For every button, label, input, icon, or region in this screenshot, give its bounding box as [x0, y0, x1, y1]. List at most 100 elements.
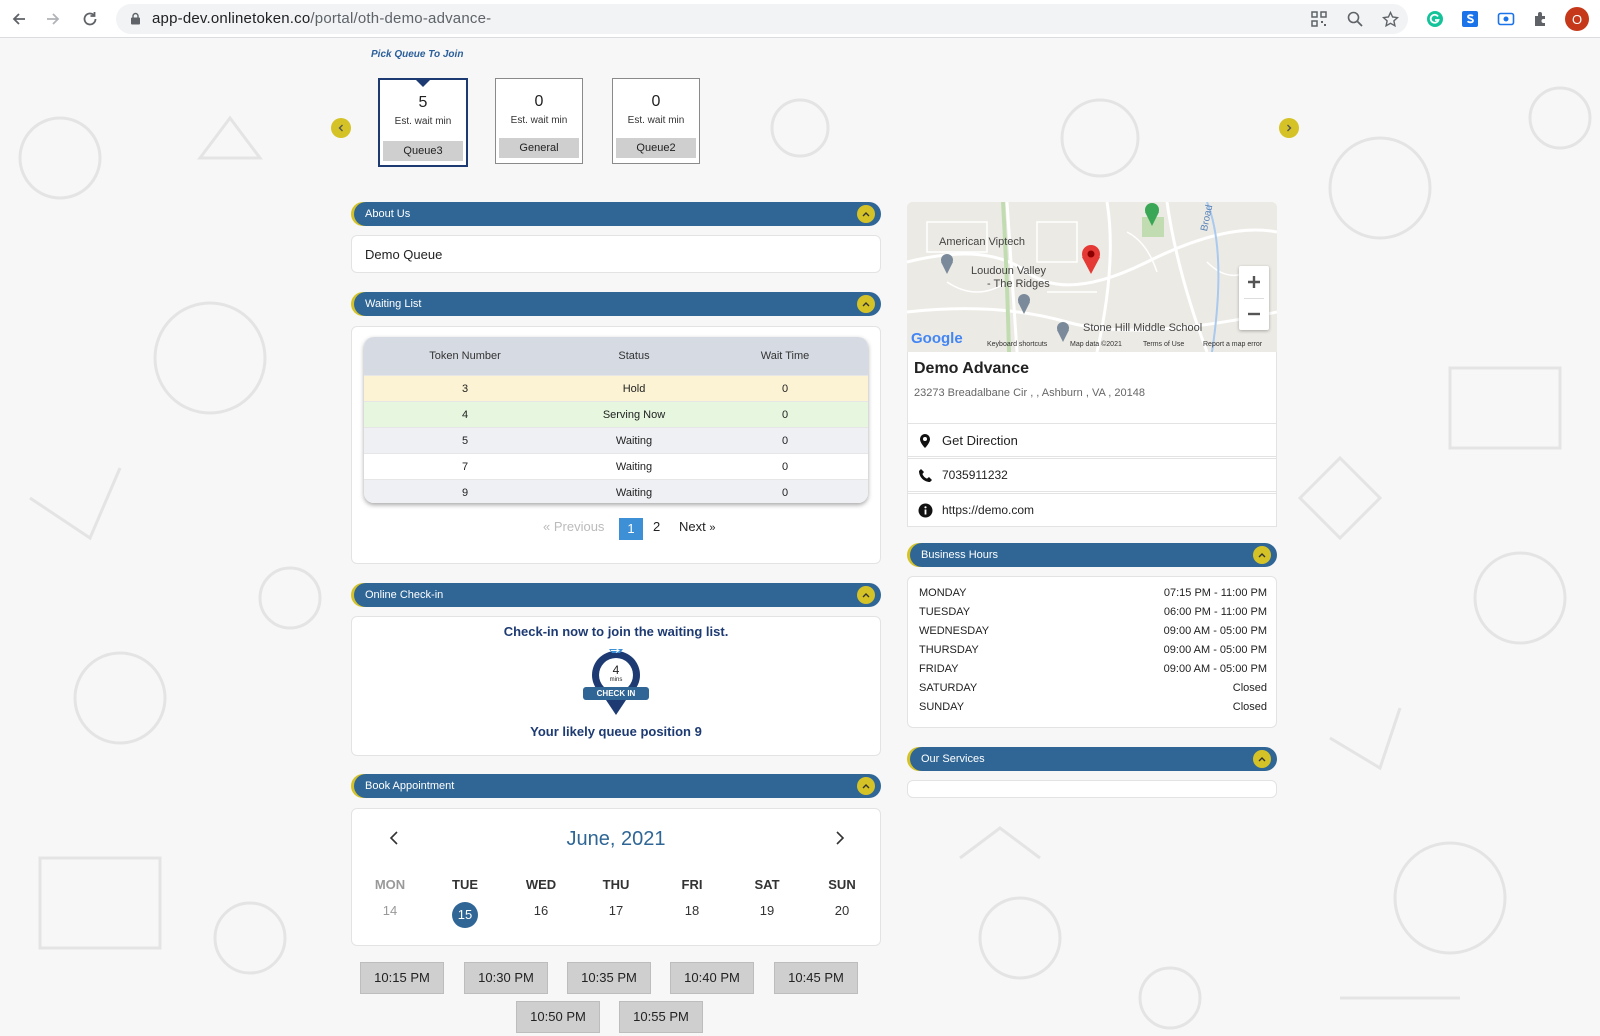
map-terms-link[interactable]: Terms of Use — [1143, 341, 1184, 348]
grammarly-icon[interactable] — [1423, 7, 1447, 31]
status-cell: Waiting — [615, 486, 653, 499]
map-report-link[interactable]: Report a map error — [1203, 341, 1262, 348]
time-slot[interactable]: 10:55 PM — [619, 1001, 703, 1033]
weekday-label: MON — [374, 877, 406, 892]
extension-s-icon[interactable] — [1458, 7, 1482, 31]
checkin-badge-number: 4 — [612, 663, 620, 677]
pagination-next[interactable]: Next » — [679, 519, 715, 534]
status-cell: Waiting — [615, 434, 653, 447]
collapse-icon[interactable] — [857, 586, 875, 604]
collapse-icon[interactable] — [1253, 546, 1271, 564]
calendar-day[interactable]: 17 — [586, 903, 646, 918]
waiting-list-title: Waiting List — [365, 298, 422, 310]
checkin-badge-unit: mins — [609, 677, 623, 683]
pagination-page-1[interactable]: 1 — [619, 518, 643, 540]
queue-count: 0 — [534, 93, 544, 110]
about-us-title: About Us — [365, 208, 411, 220]
screen-capture-icon[interactable] — [1494, 7, 1518, 31]
forward-icon[interactable] — [40, 6, 66, 32]
calendar-day[interactable]: 16 — [511, 903, 571, 918]
phone-link[interactable]: 7035911232 — [907, 458, 1277, 492]
time-slot[interactable]: 10:30 PM — [464, 962, 548, 994]
hours-row: FRIDAY 09:00 AM - 05:00 PM — [919, 663, 1267, 675]
table-row: 5 Waiting 0 — [364, 427, 868, 453]
queue-name: General — [499, 138, 579, 158]
hours-day: MONDAY — [919, 587, 967, 599]
online-checkin-header[interactable]: Online Check-in — [354, 583, 881, 607]
map-label-place: American Viptech — [939, 236, 1026, 248]
weekday-label: SUN — [828, 877, 856, 892]
map-zoom-controls — [1239, 266, 1269, 330]
token-cell: 9 — [461, 486, 469, 499]
profile-avatar[interactable]: O — [1565, 7, 1589, 31]
hours-time: Closed — [1232, 701, 1267, 713]
pagination-previous[interactable]: « Previous — [543, 519, 604, 534]
chevron-left-icon — [338, 124, 343, 132]
status-cell: Serving Now — [602, 408, 666, 421]
calendar-day[interactable]: 20 — [812, 903, 872, 918]
pagination-page-2[interactable]: 2 — [653, 519, 660, 534]
wait-cell: 0 — [781, 382, 789, 395]
queue-card-queue3[interactable]: 5 Est. wait min Queue3 — [378, 78, 468, 167]
get-direction-button[interactable]: Get Direction — [907, 423, 1277, 457]
about-us-header[interactable]: About Us — [354, 202, 881, 226]
zoom-out-button[interactable] — [1239, 298, 1269, 330]
collapse-icon[interactable] — [857, 295, 875, 313]
hours-row: TUESDAY 06:00 PM - 11:00 PM — [919, 606, 1267, 618]
time-slot[interactable]: 10:45 PM — [774, 962, 858, 994]
bookmark-star-icon[interactable] — [1378, 7, 1402, 31]
time-slot[interactable]: 10:35 PM — [567, 962, 651, 994]
location-map[interactable]: American Viptech Loudoun Valley - The Ri… — [907, 202, 1277, 352]
hours-day: SATURDAY — [919, 682, 978, 694]
table-row: 3 Hold 0 — [364, 375, 868, 401]
qr-code-icon[interactable] — [1307, 7, 1331, 31]
reload-icon[interactable] — [77, 6, 103, 32]
hours-day: FRIDAY — [919, 663, 959, 675]
status-cell: Waiting — [615, 460, 653, 473]
wait-cell: 0 — [781, 434, 789, 447]
book-appointment-title: Book Appointment — [365, 780, 455, 792]
map-label-place: - The Ridges — [987, 278, 1050, 290]
map-keyboard-shortcuts[interactable]: Keyboard shortcuts — [987, 341, 1047, 348]
waiting-list-header[interactable]: Waiting List — [354, 292, 881, 316]
our-services-header[interactable]: Our Services — [910, 747, 1277, 771]
plus-icon — [1248, 276, 1260, 288]
chevron-right-icon — [836, 831, 845, 845]
time-slot[interactable]: 10:40 PM — [670, 962, 754, 994]
our-services-card — [907, 780, 1277, 798]
wait-cell: 0 — [781, 486, 789, 499]
collapse-icon[interactable] — [857, 205, 875, 223]
time-slot[interactable]: 10:15 PM — [360, 962, 444, 994]
queue-card-queue2[interactable]: 0 Est. wait min Queue2 — [612, 78, 700, 164]
pick-queue-title: Pick Queue To Join — [371, 49, 464, 60]
zoom-in-button[interactable] — [1239, 266, 1269, 298]
time-slot[interactable]: 10:50 PM — [516, 1001, 600, 1033]
website-link[interactable]: https://demo.com — [907, 493, 1277, 527]
address-bar[interactable]: app-dev.onlinetoken.co/portal/oth-demo-a… — [116, 4, 1408, 34]
back-icon[interactable] — [6, 6, 32, 32]
queue-card-general[interactable]: 0 Est. wait min General — [495, 78, 583, 164]
collapse-icon[interactable] — [1253, 750, 1271, 768]
collapse-icon[interactable] — [857, 777, 875, 795]
calendar-next-button[interactable] — [832, 830, 846, 851]
business-hours-header[interactable]: Business Hours — [910, 543, 1277, 567]
queue-prev-button[interactable] — [331, 118, 351, 138]
calendar-day[interactable]: 19 — [737, 903, 797, 918]
checkin-button[interactable]: 4 mins CHECK IN — [582, 647, 650, 725]
business-name: Demo Advance — [914, 360, 1029, 377]
hours-day: THURSDAY — [919, 644, 979, 656]
status-cell: Hold — [622, 382, 646, 395]
weekday-label: TUE — [452, 877, 478, 892]
minus-icon — [1248, 312, 1260, 316]
token-cell: 3 — [461, 382, 469, 395]
zoom-icon[interactable] — [1343, 7, 1367, 31]
queue-name: Queue3 — [383, 141, 463, 161]
book-appointment-header[interactable]: Book Appointment — [354, 774, 881, 798]
our-services-title: Our Services — [921, 753, 985, 765]
extensions-puzzle-icon[interactable] — [1529, 7, 1553, 31]
calendar-day-selected[interactable]: 15 — [452, 902, 478, 928]
queue-next-button[interactable] — [1279, 118, 1299, 138]
browser-toolbar: app-dev.onlinetoken.co/portal/oth-demo-a… — [0, 0, 1600, 38]
calendar-month: June, 2021 — [566, 828, 666, 850]
calendar-day[interactable]: 18 — [662, 903, 722, 918]
